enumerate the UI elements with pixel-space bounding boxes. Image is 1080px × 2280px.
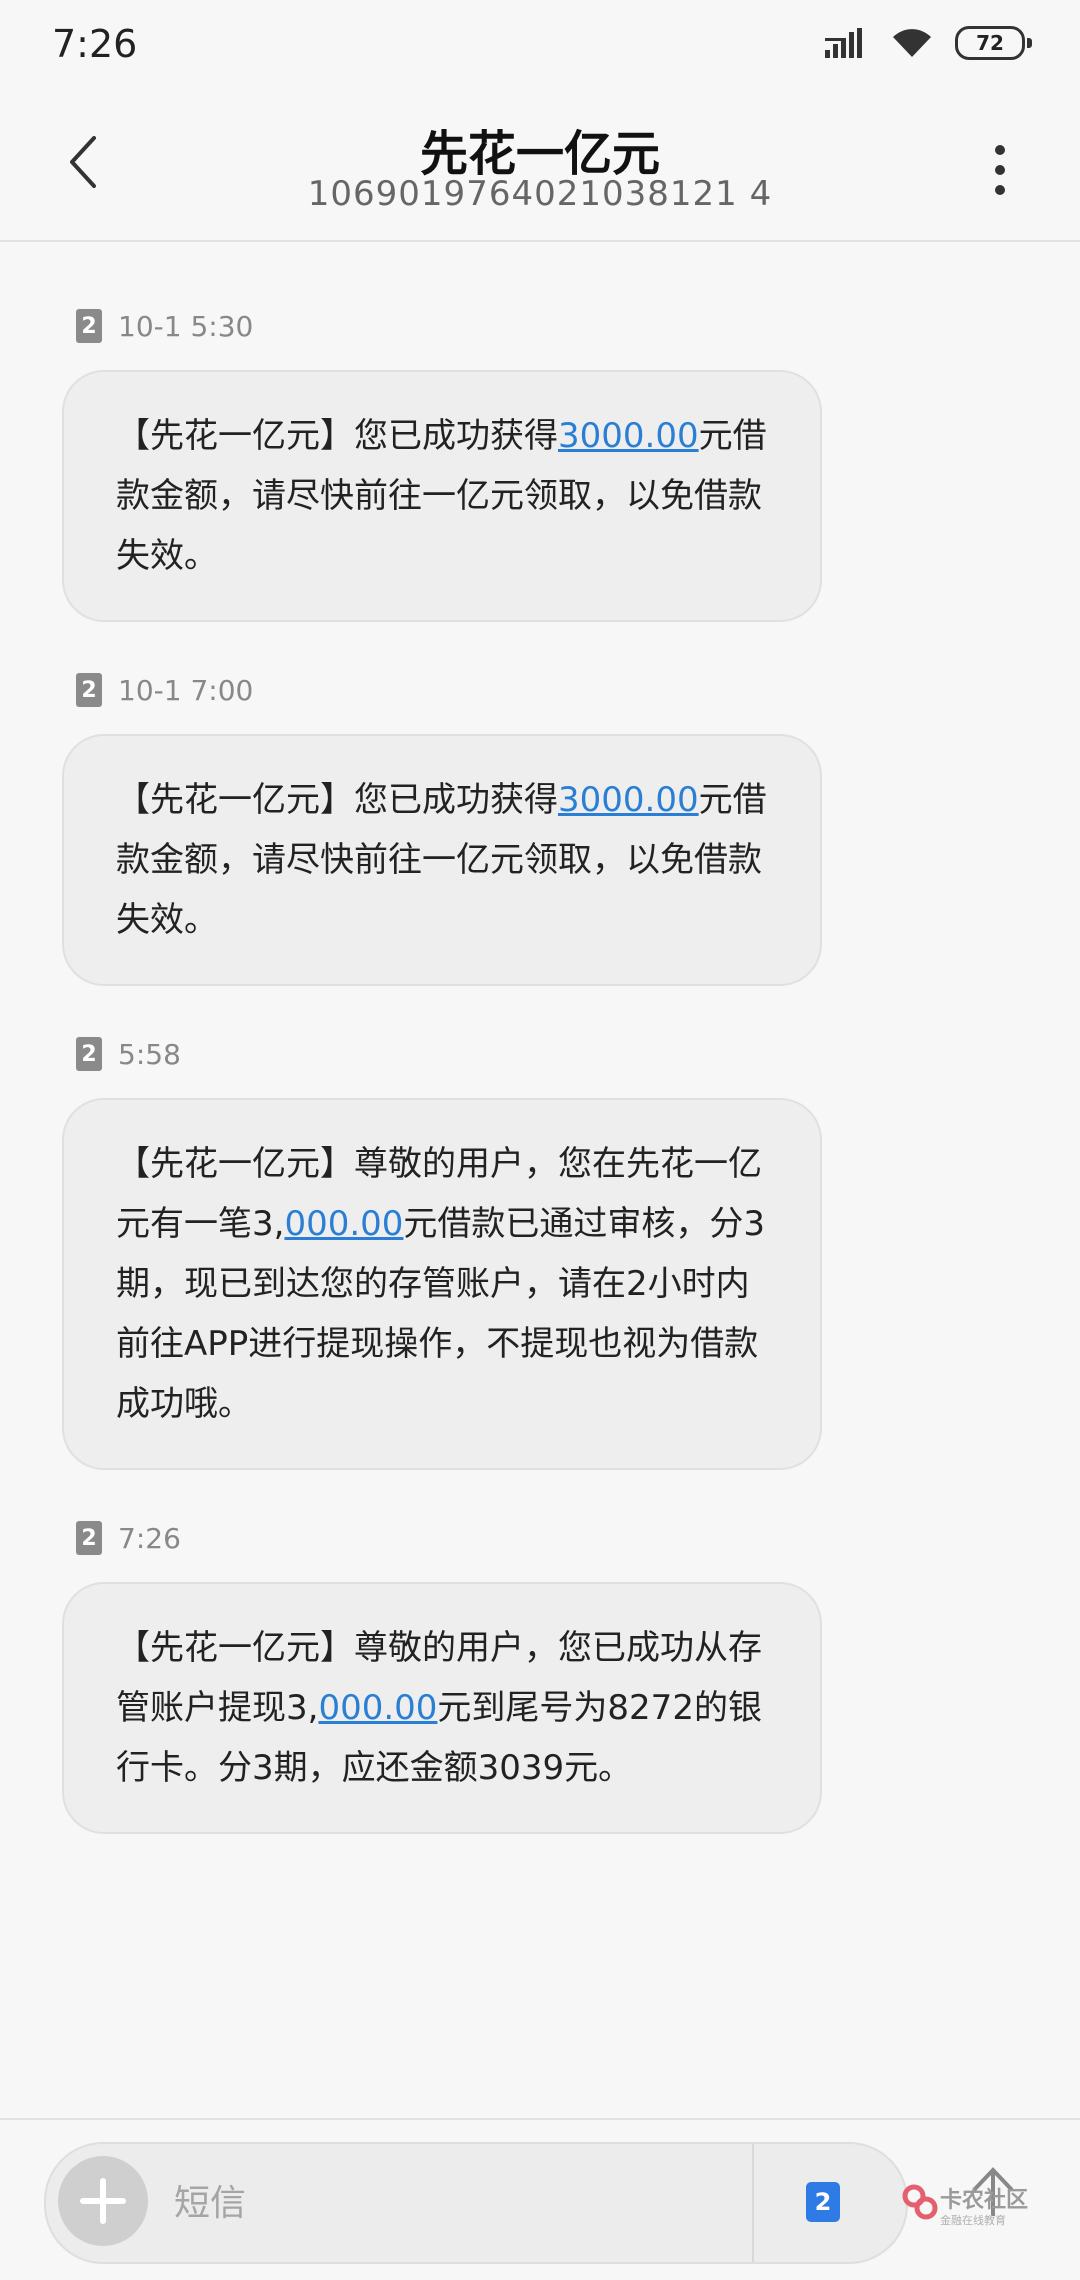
amount-link[interactable]: 3000.00 <box>558 780 699 820</box>
battery-tip <box>1027 38 1032 48</box>
amount-link[interactable]: 000.00 <box>284 1204 403 1244</box>
composer-divider <box>752 2144 754 2262</box>
message-bubble[interactable]: 【先花一亿元】您已成功获得3000.00元借款金额，请尽快前往一亿元领取，以免借… <box>62 370 822 622</box>
more-vertical-icon[interactable] <box>990 142 1010 198</box>
send-sim2-button[interactable]: 2 <box>806 2182 840 2222</box>
status-bar: 7:26 72 <box>0 0 1080 96</box>
sim-card-icon: 2 <box>76 309 102 343</box>
battery-indicator: 72 <box>955 26 1032 60</box>
message-bubble[interactable]: 【先花一亿元】尊敬的用户，您已成功从存管账户提现3,000.00元到尾号为827… <box>62 1582 822 1834</box>
message-time: 5:58 <box>118 1037 181 1071</box>
message-text: 【先花一亿元】您已成功获得 <box>116 780 558 820</box>
message-item: 2 7:26 【先花一亿元】尊敬的用户，您已成功从存管账户提现3,000.00元… <box>62 1516 822 1834</box>
watermark-subtext: 金融在线教育 <box>940 2214 1006 2227</box>
sim-card-icon: 2 <box>76 1037 102 1071</box>
message-item: 2 5:58 【先花一亿元】尊敬的用户，您在先花一亿元有一笔3,000.00元借… <box>62 1032 822 1470</box>
sim-card-icon: 2 <box>76 1521 102 1555</box>
message-meta: 2 5:58 <box>62 1032 822 1076</box>
message-text: 【先花一亿元】您已成功获得 <box>116 416 558 456</box>
add-attachment-button[interactable] <box>58 2156 148 2246</box>
message-bubble[interactable]: 【先花一亿元】您已成功获得3000.00元借款金额，请尽快前往一亿元领取，以免借… <box>62 734 822 986</box>
message-item: 2 10-1 5:30 【先花一亿元】您已成功获得3000.00元借款金额，请尽… <box>62 304 822 622</box>
message-meta: 2 10-1 7:00 <box>62 668 822 712</box>
status-time: 7:26 <box>52 22 138 66</box>
message-item: 2 10-1 7:00 【先花一亿元】您已成功获得3000.00元借款金额，请尽… <box>62 668 822 986</box>
message-time: 10-1 5:30 <box>118 309 254 343</box>
amount-link[interactable]: 000.00 <box>318 1688 437 1728</box>
watermark-icon <box>902 2184 938 2220</box>
conversation-header: 先花一亿元 1069019764021038121 4 <box>0 96 1080 242</box>
sms-conversation-screen: 7:26 72 先花一亿元 1069019764021038121 4 2 10… <box>0 0 1080 2280</box>
sim-card-icon: 2 <box>76 673 102 707</box>
message-bubble[interactable]: 【先花一亿元】尊敬的用户，您在先花一亿元有一笔3,000.00元借款已通过审核，… <box>62 1098 822 1470</box>
status-icons: 72 <box>825 26 1032 60</box>
contact-number: 1069019764021038121 4 <box>307 174 773 214</box>
wifi-icon <box>893 29 931 57</box>
message-meta: 2 7:26 <box>62 1516 822 1560</box>
message-meta: 2 10-1 5:30 <box>62 304 822 348</box>
message-time: 7:26 <box>118 1521 181 1555</box>
cellular-signal-icon <box>825 28 862 58</box>
composer-bar: 2 卡农社区 金融在线教育 <box>0 2118 1080 2280</box>
message-time: 10-1 7:00 <box>118 673 254 707</box>
battery-level: 72 <box>955 26 1025 60</box>
amount-link[interactable]: 3000.00 <box>558 416 699 456</box>
watermark-text: 卡农社区 <box>940 2188 1029 2213</box>
sms-input[interactable] <box>172 2172 776 2234</box>
watermark-logo: 卡农社区 金融在线教育 <box>900 2167 1050 2248</box>
composer-pill: 2 <box>44 2142 908 2264</box>
plus-icon <box>80 2178 126 2224</box>
